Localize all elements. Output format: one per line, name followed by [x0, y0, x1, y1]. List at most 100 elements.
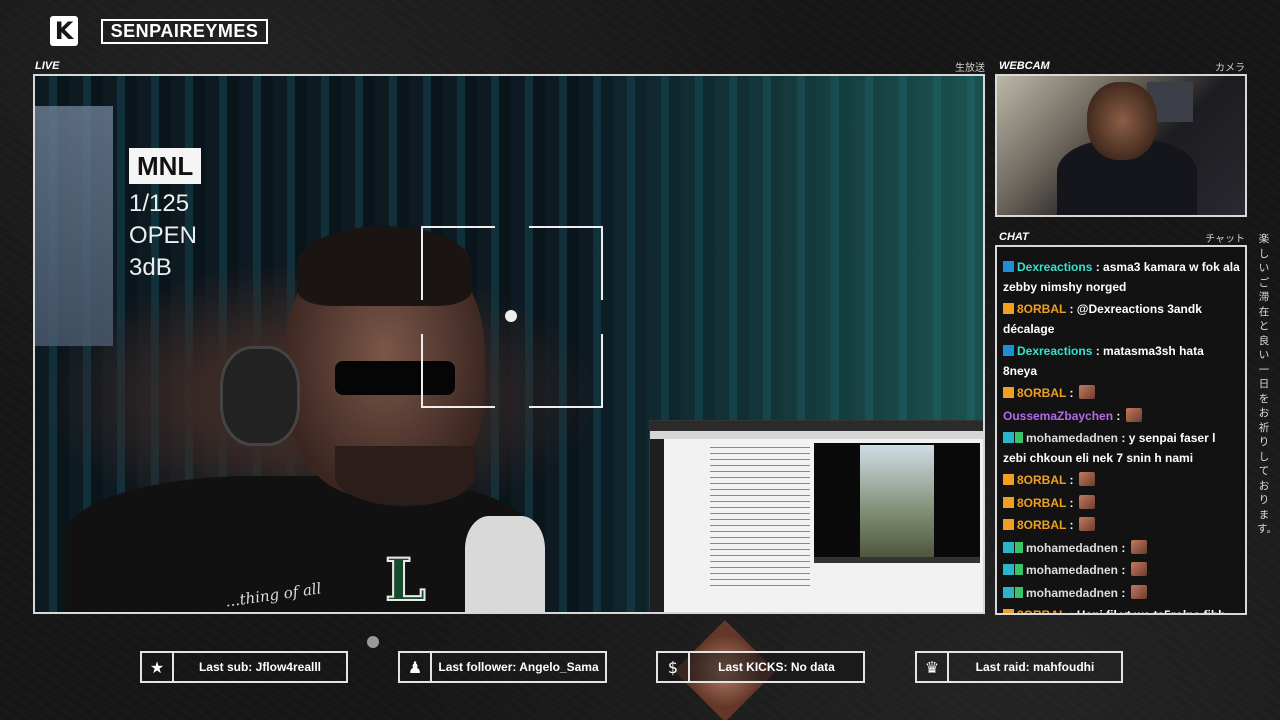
chat-message: 8ORBAL : Hani fil yt we ta5rolna fihh	[1003, 606, 1240, 615]
chat-username[interactable]: 8ORBAL	[1017, 386, 1066, 400]
chat-separator: :	[1066, 608, 1077, 615]
chat-separator: :	[1066, 386, 1077, 400]
last-follower-box: ♟ Last follower: Angelo_Sama	[398, 651, 607, 683]
last-kicks-label: Last KICKS: No data	[718, 660, 835, 674]
reticle-center-dot	[505, 310, 517, 322]
webcam-person-head	[1087, 82, 1157, 160]
chat-username[interactable]: OussemaZbaychen	[1003, 409, 1113, 423]
browser-sidebar	[650, 439, 664, 612]
add-user-icon: ♟	[400, 653, 432, 681]
browser-tabbar	[650, 421, 983, 431]
wall-poster	[35, 106, 113, 346]
reticle-corner	[421, 226, 495, 300]
emote-icon	[1078, 517, 1095, 531]
chat-username[interactable]: Dexreactions	[1017, 344, 1092, 358]
last-sub-label: Last sub: Jflow4realll	[198, 660, 322, 674]
camera-overlay: MNL 1/125 OPEN 3dB	[129, 148, 202, 284]
last-follower-label: Last follower: Angelo_Sama	[438, 660, 599, 674]
user-badge-icon	[1015, 586, 1023, 598]
chat-separator: :	[1118, 585, 1129, 600]
user-badge-icon	[1015, 541, 1023, 553]
live-panel-header: LIVE 生放送	[35, 58, 985, 74]
chat-message: Dexreactions : matasma3sh hata 8neya	[1003, 342, 1240, 381]
user-badge-icon	[1003, 541, 1014, 553]
chat-separator: :	[1092, 260, 1104, 274]
video-player	[814, 443, 980, 563]
chat-message: 8ORBAL :	[1003, 516, 1240, 536]
chat-separator: :	[1066, 495, 1077, 510]
webcam-feed	[995, 74, 1247, 217]
chat-username[interactable]: 8ORBAL	[1017, 473, 1066, 487]
chat-username[interactable]: 8ORBAL	[1017, 518, 1066, 532]
reticle-corner	[529, 226, 603, 300]
chat-message: mohamedadnen : y senpai faser l zebi chk…	[1003, 429, 1240, 468]
last-kicks-box: $ Last KICKS: No data	[656, 651, 865, 683]
chat-box[interactable]: Dexreactions : asma3 kamara w fok ala ze…	[995, 245, 1247, 615]
chat-separator: :	[1118, 563, 1129, 577]
crown-icon: ♛	[917, 653, 949, 681]
chat-separator: :	[1066, 302, 1077, 316]
user-badge-icon	[1003, 345, 1014, 356]
video-thumbnail	[860, 445, 934, 561]
chat-username[interactable]: mohamedadnen	[1026, 563, 1118, 577]
emote-icon	[1078, 385, 1095, 399]
player-controls	[814, 557, 980, 563]
user-badge-icon	[1003, 261, 1014, 272]
camera-mode: MNL	[129, 148, 202, 184]
emote-icon	[1130, 584, 1147, 599]
chat-username[interactable]: mohamedadnen	[1026, 541, 1118, 555]
main-video: L ...thing of all MNL 1/125 OPEN 3dB	[33, 74, 985, 614]
chat-message: OussemaZbaychen :	[1003, 407, 1240, 427]
reticle-corner	[421, 334, 495, 408]
chat-username[interactable]: 8ORBAL	[1017, 608, 1066, 613]
chat-message: mohamedadnen :	[1003, 561, 1240, 581]
emote-icon	[1078, 494, 1095, 509]
chat-username[interactable]: Dexreactions	[1017, 260, 1092, 274]
camera-shutter: 1/125	[129, 190, 190, 217]
emote-icon	[1130, 562, 1147, 576]
chat-separator: :	[1066, 473, 1077, 487]
chat-label: CHAT	[999, 231, 1029, 243]
chat-username[interactable]: 8ORBAL	[1017, 496, 1066, 510]
last-raid-box: ♛ Last raid: mahfoudhi	[915, 651, 1123, 683]
user-badge-icon	[1015, 564, 1023, 575]
star-icon: ★	[142, 653, 174, 681]
chat-message-list: Dexreactions : asma3 kamara w fok ala ze…	[1003, 258, 1240, 615]
last-raid-label: Last raid: mahfoudhi	[975, 660, 1095, 674]
chat-message: mohamedadnen :	[1003, 539, 1240, 559]
chat-message: 8ORBAL : @Dexreactions 3andk décalage	[1003, 300, 1240, 339]
chat-separator: :	[1118, 540, 1129, 555]
camera-aperture: OPEN	[129, 222, 198, 249]
user-badge-icon	[1003, 303, 1014, 314]
chat-message: mohamedadnen :	[1003, 584, 1240, 604]
chat-separator: :	[1118, 431, 1129, 445]
user-badge-icon	[1015, 432, 1023, 443]
chat-username[interactable]: 8ORBAL	[1017, 302, 1066, 316]
focus-reticle	[421, 226, 603, 408]
emote-icon	[1130, 539, 1147, 554]
emote-icon	[1125, 407, 1142, 422]
chat-message: 8ORBAL :	[1003, 384, 1240, 404]
chat-message: 8ORBAL :	[1003, 494, 1240, 514]
channel-name: SENPAIREYMES	[101, 19, 268, 44]
chat-username[interactable]: mohamedadnen	[1026, 431, 1118, 445]
decorative-dot	[367, 636, 379, 648]
chat-panel-header: CHAT チャット	[999, 229, 1245, 245]
vertical-jp-text: 楽しいご滞在と良い一日をお祈りしております。	[1257, 233, 1277, 535]
jacket-letter: L	[384, 545, 427, 614]
user-badge-icon	[1003, 387, 1014, 398]
chat-separator: :	[1066, 518, 1077, 532]
chat-jp-label: チャット	[1205, 233, 1245, 245]
jacket-sleeve	[465, 516, 545, 612]
headphones	[220, 346, 300, 446]
user-badge-icon	[1003, 496, 1014, 508]
chat-message: Dexreactions : asma3 kamara w fok ala ze…	[1003, 258, 1240, 297]
user-badge-icon	[1003, 432, 1014, 443]
chat-separator: :	[1113, 408, 1124, 423]
user-badge-icon	[1003, 609, 1014, 613]
camera-gain: 3dB	[129, 254, 172, 281]
live-label: LIVE	[35, 60, 60, 72]
user-badge-icon	[1003, 586, 1014, 598]
chat-separator: :	[1092, 344, 1104, 358]
chat-username[interactable]: mohamedadnen	[1026, 586, 1118, 600]
